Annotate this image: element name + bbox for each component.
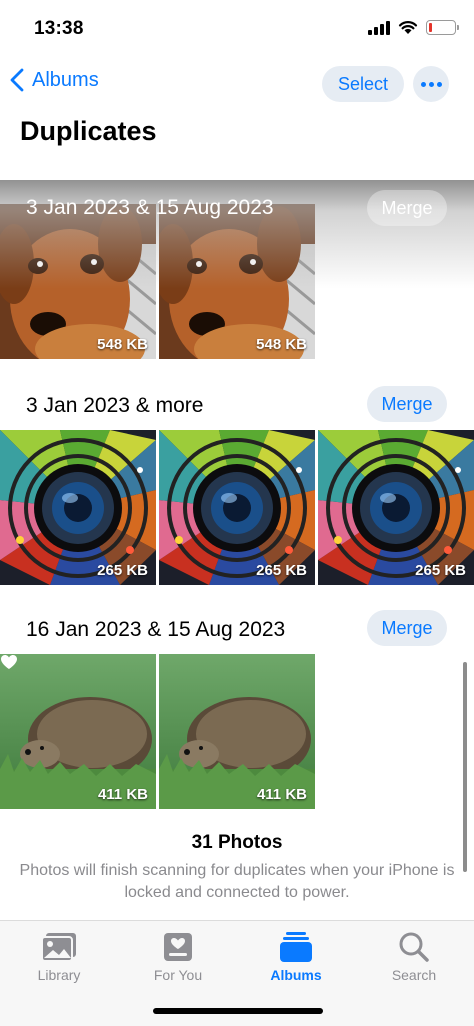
photo-file-size: 548 KB: [256, 336, 307, 353]
group-date: 16 Jan 2023 & 15 Aug 2023: [26, 618, 286, 641]
group-date: 3 Jan 2023 & more: [26, 394, 204, 417]
back-button[interactable]: Albums: [10, 68, 99, 92]
select-button[interactable]: Select: [322, 66, 404, 102]
favorite-heart-icon: [1, 655, 17, 669]
duplicate-group: 3 Jan 2023 & more Merge 265 KB 265 KB 26…: [0, 380, 474, 585]
tab-albums[interactable]: Albums: [246, 931, 346, 983]
photo-thumbnail[interactable]: 411 KB: [159, 654, 315, 809]
photo-thumbnail[interactable]: 548 KB: [159, 204, 315, 359]
tab-search[interactable]: Search: [364, 931, 464, 983]
photo-thumbnail[interactable]: 265 KB: [318, 430, 474, 585]
status-icons: [368, 20, 459, 35]
photo-thumbnail[interactable]: 265 KB: [159, 430, 315, 585]
photo-thumbnail[interactable]: 411 KB: [0, 654, 156, 809]
chevron-left-icon: [10, 68, 24, 92]
scan-info-text: Photos will finish scanning for duplicat…: [19, 862, 455, 901]
tab-for-you[interactable]: For You: [128, 931, 228, 983]
photo-thumbnail[interactable]: 265 KB: [0, 430, 156, 585]
for-you-icon: [164, 933, 192, 961]
page-title: Duplicates: [20, 116, 157, 146]
duplicate-group: 16 Jan 2023 & 15 Aug 2023 Merge 411 KB 4…: [0, 604, 474, 809]
photo-file-size: 548 KB: [97, 336, 148, 353]
navigation-bar: Albums Select Duplicates: [0, 56, 474, 176]
tab-label: For You: [153, 967, 203, 983]
photo-file-size: 411 KB: [256, 786, 307, 803]
scan-info: 31 Photos Photos will finish scanning fo…: [0, 832, 474, 904]
cellular-signal-icon: [368, 20, 390, 35]
more-options-button[interactable]: [413, 66, 449, 102]
search-icon: [399, 932, 429, 962]
photo-count: 31 Photos: [191, 832, 283, 853]
photo-file-size: 265 KB: [256, 562, 307, 579]
tab-label: Albums: [270, 967, 322, 983]
albums-icon: [280, 932, 312, 962]
group-date: 3 Jan 2023 & 15 Aug 2023: [26, 196, 274, 219]
photo-file-size: 411 KB: [97, 786, 148, 803]
duplicate-group: 548 KB 548 KB 3 Jan 2023 & 15 Aug 2023 M…: [0, 180, 474, 360]
merge-button[interactable]: Merge: [367, 190, 447, 226]
library-icon: [41, 933, 76, 962]
home-indicator[interactable]: [153, 1008, 323, 1014]
group-header: 3 Jan 2023 & more Merge: [0, 380, 474, 430]
battery-icon: [426, 20, 459, 35]
status-time: 13:38: [34, 18, 84, 39]
photo-thumbnail[interactable]: 548 KB: [0, 204, 156, 359]
back-button-label: Albums: [32, 68, 99, 91]
tab-label: Search: [391, 967, 437, 983]
group-header: 16 Jan 2023 & 15 Aug 2023 Merge: [0, 604, 474, 654]
merge-button[interactable]: Merge: [367, 386, 447, 422]
photo-file-size: 265 KB: [415, 562, 466, 579]
status-bar: 13:38: [0, 0, 474, 56]
tab-label: Library: [37, 967, 81, 983]
tab-library[interactable]: Library: [9, 931, 109, 983]
merge-button[interactable]: Merge: [367, 610, 447, 646]
photo-file-size: 265 KB: [97, 562, 148, 579]
wifi-icon: [398, 21, 418, 34]
